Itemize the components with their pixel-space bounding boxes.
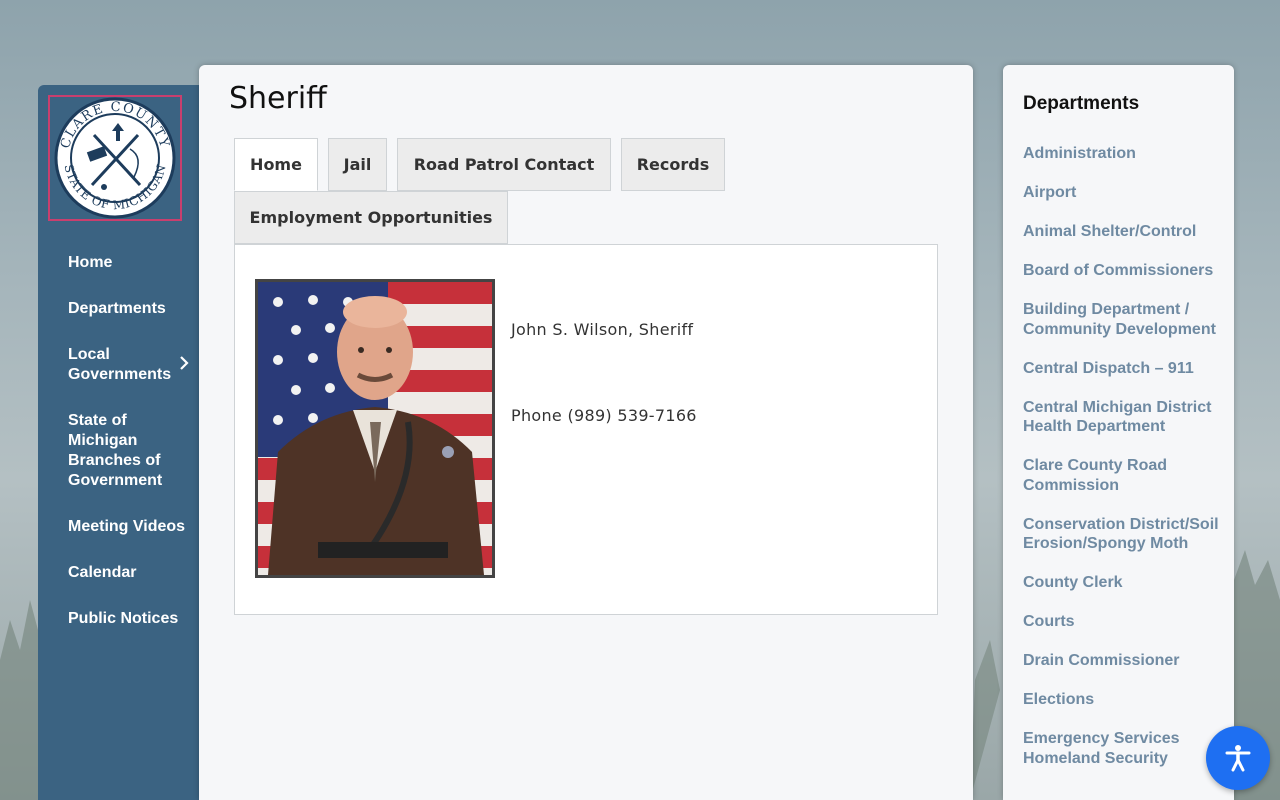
nav-item-meeting-videos[interactable]: Meeting Videos — [38, 517, 199, 537]
nav-item-public-notices[interactable]: Public Notices — [38, 609, 199, 629]
departments-list: Administration Airport Animal Shelter/Co… — [1023, 144, 1221, 788]
sheriff-portrait-image — [258, 282, 492, 575]
tab-jail[interactable]: Jail — [328, 138, 387, 191]
department-link[interactable]: Building Department / Community Developm… — [1023, 300, 1221, 339]
page-title: Sheriff — [229, 81, 327, 116]
department-link[interactable]: Airport — [1023, 183, 1221, 203]
department-link[interactable]: Courts — [1023, 612, 1221, 632]
county-logo-link[interactable]: CLARE COUNTY STATE OF MICHIGAN — [48, 95, 182, 221]
left-sidebar: CLARE COUNTY STATE OF MICHIGAN Home Depa… — [38, 85, 199, 800]
tab-label: Employment Opportunities — [249, 208, 493, 227]
nav-item-label: Meeting Videos — [68, 518, 186, 535]
department-link[interactable]: Drain Commissioner — [1023, 651, 1221, 671]
tab-label: Records — [636, 155, 710, 174]
nav-item-label: Departments — [68, 300, 166, 317]
sheriff-name-text: John S. Wilson, Sheriff — [511, 320, 694, 339]
nav-item-calendar[interactable]: Calendar — [38, 563, 199, 583]
tab-home[interactable]: Home — [234, 138, 318, 191]
department-link[interactable]: Board of Commissioners — [1023, 261, 1221, 281]
department-link[interactable]: County Clerk — [1023, 573, 1221, 593]
sheriff-phone-text: Phone (989) 539-7166 — [511, 406, 697, 425]
nav-item-label: State of Michigan Branches of Government — [68, 412, 163, 489]
tab-records[interactable]: Records — [621, 138, 725, 191]
nav-item-label: Public Notices — [68, 610, 179, 627]
department-link[interactable]: Elections — [1023, 690, 1221, 710]
tab-label: Jail — [343, 155, 372, 174]
nav-item-local-governments[interactable]: Local Governments — [38, 345, 199, 385]
department-link[interactable]: Clare County Road Commission — [1023, 456, 1221, 495]
main-content: Sheriff Home Jail Road Patrol Contact Re… — [199, 65, 973, 800]
tab-label: Road Patrol Contact — [413, 155, 595, 174]
departments-sidebar: Departments Administration Airport Anima… — [1003, 65, 1234, 800]
accessibility-button[interactable] — [1206, 726, 1270, 790]
nav-item-departments[interactable]: Departments — [38, 299, 199, 319]
chevron-right-icon[interactable] — [179, 355, 189, 375]
sheriff-photo — [255, 279, 495, 578]
county-seal-logo: CLARE COUNTY STATE OF MICHIGAN — [54, 97, 176, 219]
nav-item-state-of-michigan[interactable]: State of Michigan Branches of Government — [38, 411, 199, 491]
nav-item-label: Local Governments — [68, 346, 172, 383]
nav-item-label: Home — [68, 254, 113, 271]
accessibility-icon — [1225, 745, 1251, 772]
main-navigation: Home Departments Local Governments State… — [38, 253, 199, 655]
tab-employment-opportunities[interactable]: Employment Opportunities — [234, 191, 508, 244]
department-link[interactable]: Central Dispatch – 911 — [1023, 359, 1221, 379]
department-link[interactable]: Animal Shelter/Control — [1023, 222, 1221, 242]
department-link[interactable]: Emergency Services Homeland Security — [1023, 729, 1221, 768]
department-link[interactable]: Conservation District/Soil Erosion/Spong… — [1023, 515, 1221, 554]
tab-label: Home — [250, 155, 302, 174]
departments-heading: Departments — [1023, 93, 1140, 114]
nav-item-label: Calendar — [68, 564, 137, 581]
tab-panel-home: John S. Wilson, Sheriff Phone (989) 539-… — [234, 244, 938, 615]
department-link[interactable]: Administration — [1023, 144, 1221, 164]
tab-road-patrol-contact[interactable]: Road Patrol Contact — [397, 138, 611, 191]
nav-item-home[interactable]: Home — [38, 253, 199, 273]
department-link[interactable]: Central Michigan District Health Departm… — [1023, 398, 1221, 437]
